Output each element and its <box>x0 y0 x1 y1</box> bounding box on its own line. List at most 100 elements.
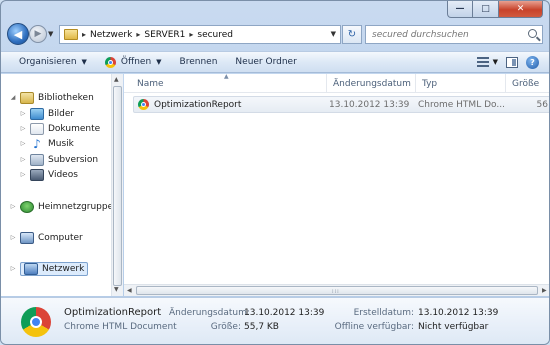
tree-item-music[interactable]: ▷ ♪ Musik <box>19 136 74 151</box>
chrome-icon <box>138 99 149 110</box>
tree-item-homegroup[interactable]: ▷ Heimnetzgruppe <box>9 199 113 214</box>
tree-label: Computer <box>38 232 83 243</box>
tree-item-computer[interactable]: ▷ Computer <box>9 230 83 245</box>
back-button[interactable]: ◀ <box>7 23 29 45</box>
details-file-name: OptimizationReport <box>64 307 162 318</box>
expand-closed-icon[interactable]: ▷ <box>19 110 27 117</box>
chevron-right-icon[interactable]: ▸ <box>82 30 86 39</box>
help-icon[interactable]: ? <box>526 55 539 69</box>
forward-button[interactable]: ▶ <box>29 25 47 43</box>
breadcrumb-secured[interactable]: secured <box>197 30 233 40</box>
organize-label: Organisieren <box>19 57 77 67</box>
preview-pane-icon[interactable] <box>506 56 518 68</box>
view-options-icon[interactable] <box>476 57 489 67</box>
new-folder-label: Neuer Ordner <box>235 57 297 67</box>
expand-closed-icon[interactable]: ▷ <box>19 125 27 132</box>
tree-item-documents[interactable]: ▷ Dokumente <box>19 121 100 136</box>
expand-closed-icon[interactable]: ▷ <box>9 265 17 272</box>
burn-button[interactable]: Brennen <box>171 51 227 73</box>
search-input[interactable] <box>372 29 522 40</box>
open-button[interactable]: Öffnen ▼ <box>96 51 171 73</box>
chevron-down-icon: ▼ <box>81 58 87 66</box>
file-type: Chrome HTML Do... <box>418 99 505 110</box>
horizontal-scrollbar-thumb[interactable]: ⁞⁞⁞ <box>136 286 538 295</box>
file-name[interactable]: OptimizationReport <box>154 100 329 110</box>
chevron-down-icon: ▼ <box>156 58 162 66</box>
expand-closed-icon[interactable]: ▷ <box>9 234 17 241</box>
expand-open-icon[interactable]: ◢ <box>9 94 17 101</box>
explorer-window: — □ ✕ ◀ ▶ ▼ ▸ Netzwerk ▸ SERVER1 ▸ secur… <box>0 0 550 345</box>
computer-icon <box>20 231 34 244</box>
tree-label: Musik <box>48 138 74 149</box>
details-modified-value: 13.10.2012 13:39 <box>244 308 325 318</box>
tree-item-videos[interactable]: ▷ Videos <box>19 167 78 182</box>
navigation-bar: ◀ ▶ ▼ ▸ Netzwerk ▸ SERVER1 ▸ secured ▼ ↻ <box>1 21 549 49</box>
search-icon[interactable] <box>528 29 537 38</box>
details-size-value: 55,7 KB <box>244 322 279 332</box>
details-size-label: Größe: <box>210 322 241 332</box>
details-file-type: Chrome HTML Document <box>64 322 177 332</box>
details-modified-label: Änderungsdatum: <box>169 308 250 318</box>
nav-scrollbar-thumb[interactable] <box>113 86 122 286</box>
expand-closed-icon[interactable]: ▷ <box>9 203 17 210</box>
breadcrumb-server1[interactable]: SERVER1 <box>144 30 185 40</box>
file-size: 56 <box>536 99 548 110</box>
history-dropdown-icon[interactable]: ▼ <box>48 30 53 38</box>
details-created-label: Erstelldatum: <box>353 308 414 318</box>
chevron-down-icon[interactable]: ▼ <box>493 58 498 66</box>
maximize-button[interactable]: □ <box>473 1 499 18</box>
file-row[interactable]: OptimizationReport 13.10.2012 13:39 Chro… <box>133 96 549 113</box>
tree-label: Heimnetzgruppe <box>38 201 114 212</box>
videos-icon <box>30 168 44 181</box>
file-list: ▲ Name Änderungsdatum Typ Größe Optimiza… <box>124 73 549 296</box>
address-dropdown-icon[interactable]: ▼ <box>331 30 336 38</box>
details-pane: OptimizationReport Chrome HTML Document … <box>1 297 549 344</box>
scroll-up-icon[interactable]: ▲ <box>114 76 119 83</box>
tree-item-pictures[interactable]: ▷ Bilder <box>19 106 74 121</box>
library-icon <box>20 91 34 104</box>
horizontal-scrollbar[interactable]: ◀ ⁞⁞⁞ ▶ <box>124 284 549 296</box>
column-header-type[interactable]: Typ <box>416 74 506 93</box>
chrome-icon <box>21 307 51 337</box>
organize-button[interactable]: Organisieren ▼ <box>1 51 96 73</box>
search-box[interactable] <box>365 25 543 44</box>
nav-scrollbar[interactable]: ▲ ▼ <box>111 74 123 296</box>
chrome-icon <box>104 56 116 68</box>
sort-ascending-icon: ▲ <box>224 73 229 80</box>
selected-network-node[interactable]: Netzwerk <box>20 261 89 276</box>
chevron-right-icon[interactable]: ▸ <box>136 30 140 39</box>
scroll-grip: ⁞⁞⁞ <box>332 289 340 295</box>
tree-item-network[interactable]: ▷ Netzwerk <box>9 261 89 276</box>
tree-label: Dokumente <box>48 123 101 134</box>
documents-icon <box>30 122 44 135</box>
column-headers: ▲ Name Änderungsdatum Typ Größe <box>124 73 549 93</box>
column-header-size[interactable]: Größe <box>506 74 549 93</box>
details-offline-value: Nicht verfügbar <box>418 322 489 332</box>
tree-item-subversion[interactable]: ▷ Subversion <box>19 152 98 167</box>
tree-label: Subversion <box>48 154 99 165</box>
close-button[interactable]: ✕ <box>499 1 543 18</box>
expand-closed-icon[interactable]: ▷ <box>19 140 27 147</box>
breadcrumb-netzwerk[interactable]: Netzwerk <box>90 30 132 40</box>
address-bar[interactable]: ▸ Netzwerk ▸ SERVER1 ▸ secured ▼ <box>59 25 341 44</box>
column-header-modified[interactable]: Änderungsdatum <box>327 74 416 93</box>
burn-label: Brennen <box>179 57 218 67</box>
network-icon <box>24 262 38 275</box>
tree-item-libraries[interactable]: ◢ Bibliotheken <box>9 90 94 105</box>
minimize-button[interactable]: — <box>447 1 473 18</box>
scroll-down-icon[interactable]: ▼ <box>114 286 119 293</box>
scroll-left-icon[interactable]: ◀ <box>127 287 132 294</box>
homegroup-icon <box>20 200 34 213</box>
chevron-right-icon[interactable]: ▸ <box>189 30 193 39</box>
tree-label: Bibliotheken <box>38 92 94 103</box>
folder-icon <box>64 29 78 40</box>
new-folder-button[interactable]: Neuer Ordner <box>226 51 305 73</box>
scroll-right-icon[interactable]: ▶ <box>542 287 547 294</box>
open-label: Öffnen <box>120 57 152 67</box>
toolbar-right: ▼ ? <box>476 55 549 69</box>
expand-closed-icon[interactable]: ▷ <box>19 171 27 178</box>
refresh-button[interactable]: ↻ <box>342 25 362 44</box>
caption-buttons: — □ ✕ <box>447 1 543 18</box>
expand-closed-icon[interactable]: ▷ <box>19 156 27 163</box>
command-bar: Organisieren ▼ Öffnen ▼ Brennen Neuer Or… <box>1 51 549 73</box>
